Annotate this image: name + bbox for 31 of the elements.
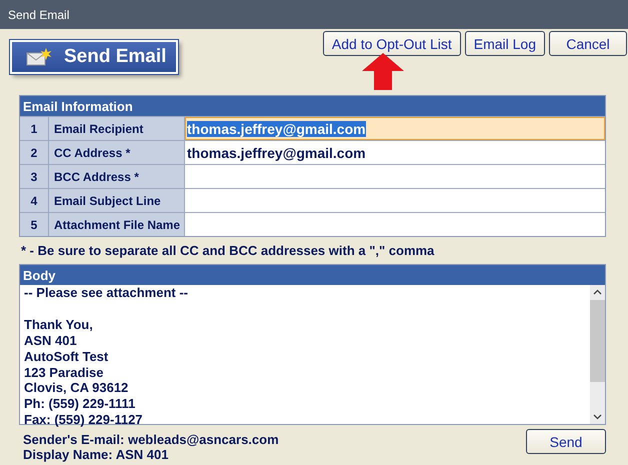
row-number: 4 xyxy=(20,189,49,212)
input-field[interactable] xyxy=(185,213,605,236)
sender-email: Sender's E-mail: webleads@asncars.com xyxy=(23,432,279,447)
field-label: BCC Address * xyxy=(49,165,185,188)
toolbar-button[interactable]: Email Log xyxy=(464,31,545,56)
display-name: Display Name: ASN 401 xyxy=(23,447,170,462)
input-field[interactable]: thomas.jeffrey@gmail.com xyxy=(185,141,605,164)
input-field[interactable] xyxy=(185,189,605,212)
window-title: Send Email xyxy=(8,8,70,22)
scrollbar[interactable] xyxy=(590,285,605,424)
toolbar-button[interactable]: Cancel xyxy=(549,31,627,56)
field-label: CC Address * xyxy=(49,141,185,164)
input-field[interactable]: thomas.jeffrey@gmail.com xyxy=(185,117,605,140)
field-label: Email Recipient xyxy=(49,117,185,140)
input-field[interactable] xyxy=(185,165,605,188)
section-header: Email Information xyxy=(20,96,605,116)
toolbar-button[interactable]: Add to Opt-Out List xyxy=(322,31,461,56)
field-label: Email Subject Line xyxy=(49,189,185,212)
envelope-icon xyxy=(26,47,52,67)
row-number: 5 xyxy=(20,213,49,236)
row-number: 3 xyxy=(20,165,49,188)
scroll-down-icon[interactable] xyxy=(593,414,602,420)
scroll-up-icon[interactable] xyxy=(593,289,602,295)
send-email-button[interactable]: Send Email xyxy=(10,40,178,74)
arrow-icon xyxy=(362,53,404,90)
row-number: 1 xyxy=(20,117,49,140)
section-header: Body xyxy=(20,265,605,285)
send-button[interactable]: Send xyxy=(526,429,606,454)
note-text: * - Be sure to separate all CC and BCC addresses with a "," comma xyxy=(20,242,436,260)
row-number: 2 xyxy=(20,141,49,164)
field-label: Attachment File Name xyxy=(49,213,185,236)
